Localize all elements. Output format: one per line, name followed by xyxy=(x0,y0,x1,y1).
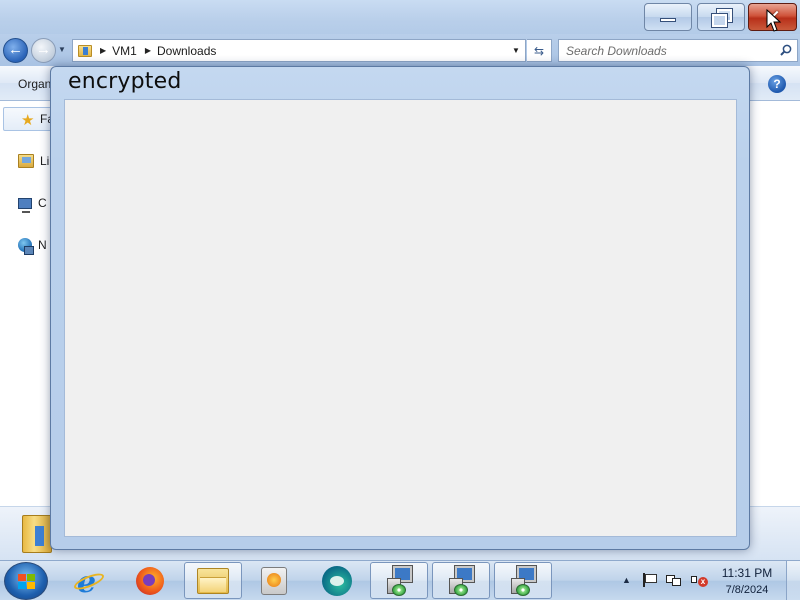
refresh-icon: ⇆ xyxy=(533,43,545,58)
show-desktop-button[interactable] xyxy=(786,561,800,600)
network-status-icon[interactable] xyxy=(666,573,682,587)
taskbar-windows-explorer[interactable] xyxy=(184,562,242,599)
downloads-folder-icon xyxy=(22,515,52,553)
taskbar-edge[interactable] xyxy=(309,562,365,599)
breadcrumb-separator-icon[interactable]: ▶ xyxy=(100,46,106,55)
recent-pages-dropdown-icon[interactable]: ▼ xyxy=(58,45,68,55)
breadcrumb-separator-icon[interactable]: ▶ xyxy=(145,46,151,55)
search-placeholder: Search Downloads xyxy=(566,43,667,58)
navigation-bar: ← → ▼ ▶ VM1 ▶ Downloads ▼ ⇆ Search Downl… xyxy=(0,34,800,66)
forward-arrow-icon: → xyxy=(36,41,51,58)
taskbar-internet-explorer[interactable]: e xyxy=(61,562,117,600)
mouse-cursor-icon xyxy=(766,9,782,32)
downloads-folder-icon xyxy=(78,44,92,57)
taskbar: e ▲ x 11:31 PM 7/8/2024 xyxy=(0,560,800,600)
forward-button[interactable]: → xyxy=(31,38,56,63)
taskbar-setup-2[interactable] xyxy=(432,562,490,599)
volume-muted-icon[interactable]: x xyxy=(690,572,708,588)
windows-logo-icon xyxy=(18,574,36,590)
breadcrumb-vm1[interactable]: VM1 xyxy=(112,44,137,58)
show-hidden-icons-icon[interactable]: ▲ xyxy=(622,575,631,585)
libraries-icon xyxy=(18,154,34,168)
nav-computer[interactable]: C xyxy=(18,196,47,213)
windows-explorer-icon xyxy=(197,567,229,594)
taskbar-clock[interactable]: 11:31 PM 7/8/2024 xyxy=(716,566,778,598)
start-button[interactable] xyxy=(4,562,48,600)
firefox-icon xyxy=(136,566,164,595)
edge-icon xyxy=(322,565,352,596)
help-icon[interactable]: ? xyxy=(768,75,786,93)
dialog-title: encrypted xyxy=(68,69,182,94)
favorites-star-icon: ★ xyxy=(21,112,35,129)
internet-explorer-icon: e xyxy=(72,565,106,600)
setup-installer-icon xyxy=(446,564,476,596)
computer-icon xyxy=(18,197,32,213)
nav-libraries[interactable]: Li xyxy=(18,154,49,168)
taskbar-firefox[interactable] xyxy=(122,562,178,599)
nav-network[interactable]: N xyxy=(18,238,47,255)
minimize-button[interactable] xyxy=(644,3,692,31)
taskbar-setup-3[interactable] xyxy=(494,562,552,599)
encrypted-dialog[interactable]: encrypted xyxy=(50,66,750,550)
taskbar-setup-1[interactable] xyxy=(370,562,428,599)
setup-installer-icon xyxy=(384,564,414,596)
nav-network-label: N xyxy=(38,238,47,252)
organize-menu[interactable]: Organ xyxy=(18,77,51,91)
search-icon[interactable] xyxy=(780,44,792,56)
dialog-content-area xyxy=(64,99,737,537)
refresh-button[interactable]: ⇆ xyxy=(527,39,552,62)
back-button[interactable]: ← xyxy=(3,38,28,63)
restore-button[interactable] xyxy=(697,3,745,31)
restore-icon xyxy=(711,8,733,28)
breadcrumb-downloads[interactable]: Downloads xyxy=(157,44,216,58)
nav-computer-label: C xyxy=(38,196,47,210)
address-bar[interactable]: ▶ VM1 ▶ Downloads ▼ xyxy=(72,39,526,62)
action-center-flag-icon[interactable] xyxy=(642,573,657,587)
search-input[interactable]: Search Downloads xyxy=(558,39,798,62)
explorer-title-bar[interactable]: ✕ xyxy=(0,0,800,34)
media-player-icon xyxy=(261,566,287,595)
network-icon xyxy=(18,238,34,255)
nav-libraries-label: Li xyxy=(40,154,50,168)
address-dropdown-icon[interactable]: ▼ xyxy=(507,40,525,61)
clock-time: 11:31 PM xyxy=(721,566,773,580)
taskbar-media-player[interactable] xyxy=(246,562,302,599)
minimize-icon xyxy=(660,18,676,22)
back-arrow-icon: ← xyxy=(8,41,23,58)
clock-date: 7/8/2024 xyxy=(725,584,769,596)
setup-installer-icon xyxy=(508,564,538,596)
